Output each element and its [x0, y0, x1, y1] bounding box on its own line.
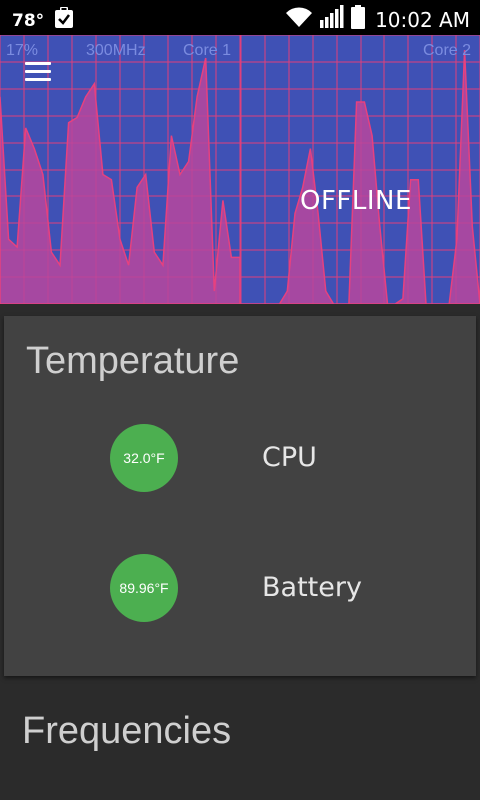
cpu-graphs-svg — [0, 35, 480, 304]
hamburger-menu-icon[interactable] — [25, 62, 51, 82]
frequencies-title: Frequencies — [22, 710, 232, 752]
core1-load: 17% — [6, 42, 39, 59]
core2-label: Core 2 — [423, 42, 472, 59]
temperature-card: Temperature 32.0°F CPU 89.96°F Battery — [4, 316, 476, 676]
core1-frequency: 300MHz — [86, 42, 146, 59]
cpu-temperature-badge: 32.0°F — [110, 424, 178, 492]
core2-offline-status: OFFLINE — [300, 186, 412, 216]
clipboard-check-icon — [54, 7, 74, 34]
temperature-title: Temperature — [26, 340, 240, 382]
cpu-graphs: 17% 300MHz Core 1 Core 2 OFFLINE — [0, 35, 480, 304]
cell-signal-icon — [319, 5, 345, 34]
wifi-icon — [285, 6, 313, 33]
clock: 10:02 AM — [375, 7, 470, 32]
status-bar: 78° 10:02 AM — [0, 0, 480, 35]
core1-label: Core 1 — [183, 42, 232, 59]
battery-temperature-badge: 89.96°F — [110, 554, 178, 622]
battery-label: Battery — [262, 572, 362, 603]
battery-icon — [351, 5, 366, 34]
status-bar-right: 10:02 AM — [285, 5, 470, 34]
cpu-temperature-value: 32.0°F — [123, 450, 165, 466]
cpu-label: CPU — [262, 442, 317, 473]
status-bar-left: 78° — [12, 7, 74, 34]
weather-temperature: 78° — [12, 10, 45, 31]
battery-temperature-value: 89.96°F — [119, 580, 169, 596]
